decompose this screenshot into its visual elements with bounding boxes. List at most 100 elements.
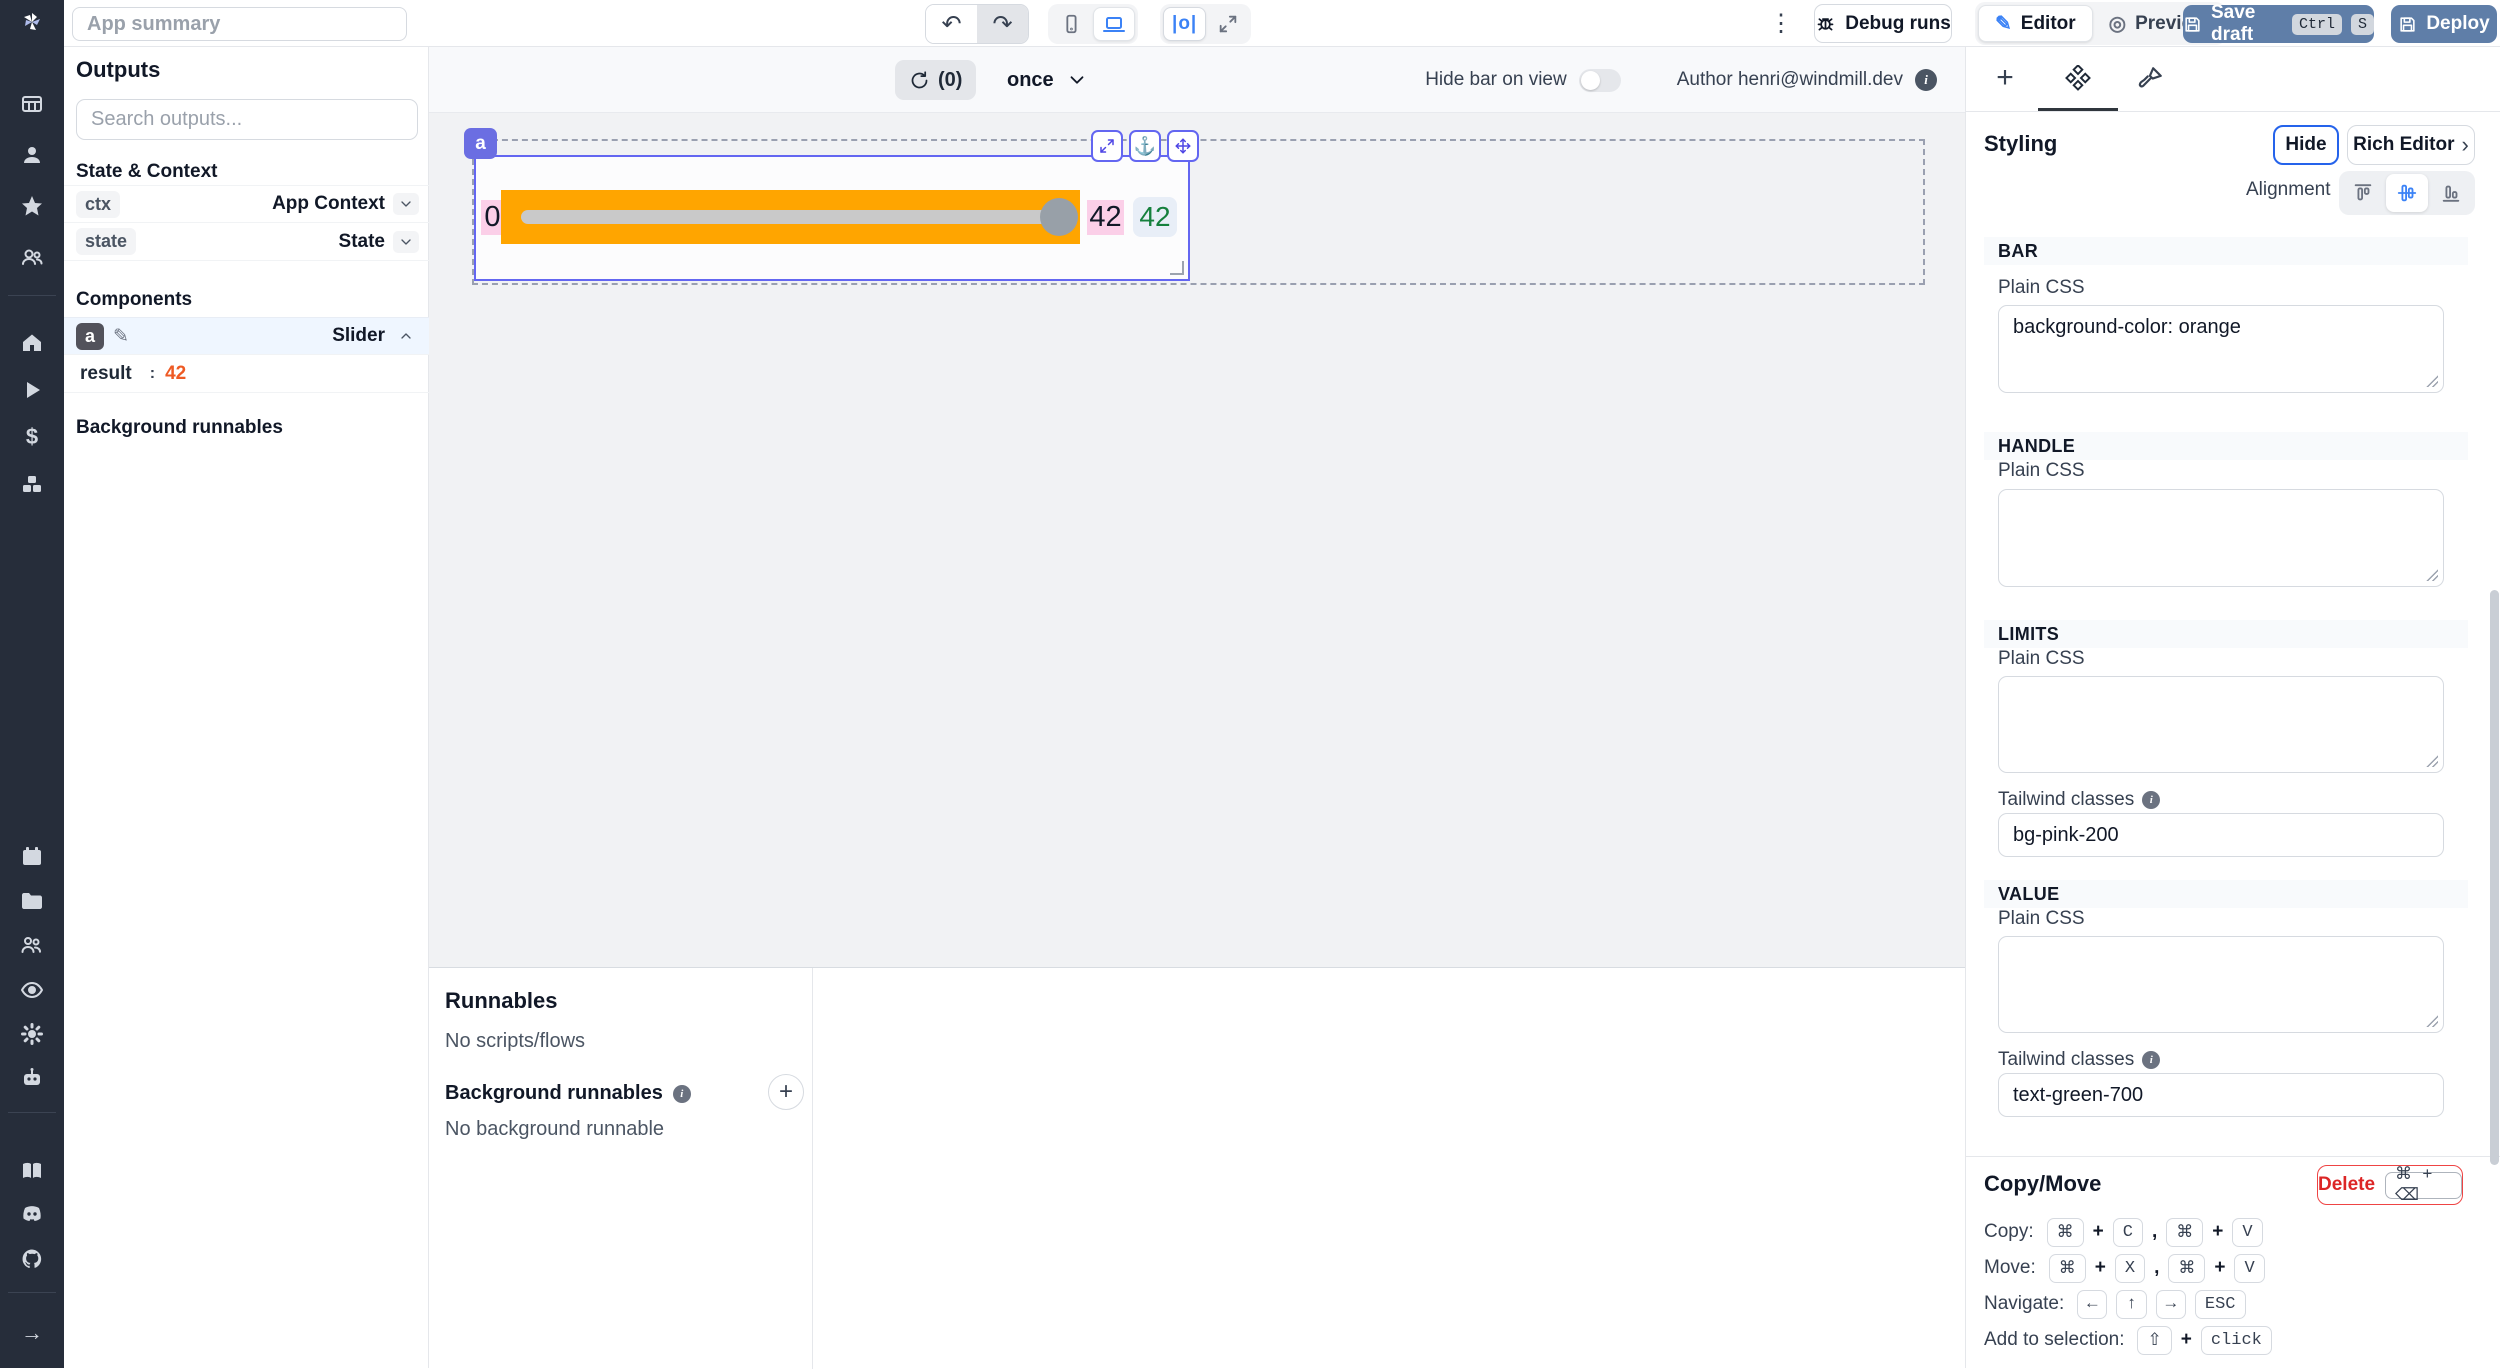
- chevron-right-icon: ›: [2462, 132, 2469, 158]
- windmill-logo[interactable]: [19, 9, 45, 35]
- click-key: click: [2201, 1326, 2272, 1355]
- navigate-shortcut-row: Navigate: ← ↑ → ESC: [1984, 1289, 2246, 1319]
- textarea-resize-grip[interactable]: [2425, 374, 2438, 387]
- sidebar-item-runs[interactable]: [19, 377, 45, 403]
- handle-css-textarea[interactable]: [1998, 489, 2444, 587]
- sidebar-item-favorites[interactable]: [19, 193, 45, 219]
- sidebar-item-schedules[interactable]: [19, 843, 45, 869]
- component-a-badge[interactable]: a: [464, 128, 497, 159]
- save-kbd-ctrl: Ctrl: [2292, 14, 2342, 35]
- deploy-label: Deploy: [2426, 13, 2489, 35]
- info-icon[interactable]: i: [673, 1085, 691, 1103]
- chevron-down-icon: [398, 234, 414, 250]
- hide-styling-button[interactable]: Hide: [2273, 125, 2339, 165]
- state-key-chip: state: [76, 228, 136, 255]
- sidebar-item-folders[interactable]: [19, 888, 45, 914]
- fullscreen-layout-button[interactable]: [1208, 7, 1248, 41]
- desktop-view-button[interactable]: [1093, 7, 1135, 41]
- more-menu-button[interactable]: ⋮: [1766, 8, 1796, 38]
- sidebar-item-github[interactable]: [19, 1246, 45, 1272]
- center-layout-button[interactable]: |o|: [1163, 7, 1206, 41]
- sidebar-item-resources[interactable]: [19, 471, 45, 497]
- state-expand-button[interactable]: [393, 231, 419, 253]
- device-toggle-group: [1048, 4, 1138, 44]
- component-result-row[interactable]: result : 42: [64, 355, 429, 393]
- chevron-down-icon: [1066, 69, 1088, 91]
- move-component-button[interactable]: [1167, 130, 1199, 162]
- redo-icon: ↷: [992, 10, 1012, 39]
- redo-button[interactable]: ↷: [977, 5, 1028, 43]
- ctx-key-chip: ctx: [76, 191, 120, 218]
- tab-insert[interactable]: +: [1982, 47, 2028, 109]
- component-row-a[interactable]: a ✎ Slider: [64, 317, 429, 355]
- slider-component[interactable]: 0 42 42: [474, 155, 1190, 281]
- output-row-state[interactable]: state State: [64, 223, 429, 261]
- background-runnables-header: Background runnables i: [445, 1082, 691, 1105]
- component-collapse-button[interactable]: [393, 325, 419, 347]
- resize-handle[interactable]: [1170, 261, 1184, 275]
- delete-component-button[interactable]: Delete ⌘ + ⌫: [2317, 1165, 2463, 1205]
- rename-component-icon[interactable]: ✎: [113, 325, 129, 348]
- align-center-button[interactable]: [2386, 174, 2428, 212]
- save-draft-button[interactable]: Save draft Ctrl S: [2183, 5, 2374, 43]
- mobile-view-button[interactable]: [1051, 7, 1091, 41]
- deploy-button[interactable]: Deploy: [2391, 5, 2497, 43]
- plain-css-label: Plain CSS: [1998, 908, 2085, 930]
- ctx-expand-button[interactable]: [393, 193, 419, 215]
- debug-runs-button[interactable]: Debug runs: [1814, 4, 1952, 43]
- panel-scrollbar[interactable]: [2490, 590, 2499, 1165]
- anchor-component-button[interactable]: ⚓: [1129, 130, 1161, 162]
- refresh-count: (0): [938, 69, 962, 92]
- chevron-up-icon: [398, 328, 414, 344]
- hide-bar-toggle[interactable]: [1579, 69, 1621, 92]
- value-tailwind-input[interactable]: [1998, 1073, 2444, 1117]
- copy-move-section: Copy/Move Delete ⌘ + ⌫ Copy: ⌘ + C , ⌘ +…: [1966, 1156, 2500, 1368]
- sidebar-item-workers[interactable]: [19, 932, 45, 958]
- sidebar-item-home[interactable]: [19, 330, 45, 356]
- sidebar-item-discord[interactable]: [19, 1201, 45, 1227]
- sidebar-item-settings[interactable]: [19, 1021, 45, 1047]
- app-summary-input[interactable]: [72, 7, 407, 41]
- author-info-icon[interactable]: i: [1915, 69, 1937, 91]
- limits-tailwind-input[interactable]: [1998, 813, 2444, 857]
- run-mode-dropdown[interactable]: once: [1007, 60, 1088, 100]
- bar-css-textarea[interactable]: background-color: orange: [1998, 305, 2444, 393]
- rich-editor-button[interactable]: Rich Editor ›: [2347, 125, 2475, 165]
- undo-button[interactable]: ↶: [926, 5, 977, 43]
- no-scripts-label: No scripts/flows: [445, 1030, 585, 1053]
- sidebar-item-user[interactable]: [19, 142, 45, 168]
- info-icon[interactable]: i: [2142, 791, 2160, 809]
- sidebar-collapse-button[interactable]: →: [19, 1320, 45, 1346]
- textarea-resize-grip[interactable]: [2425, 754, 2438, 767]
- slider-handle[interactable]: [1040, 198, 1078, 236]
- slider-track[interactable]: [521, 210, 1074, 224]
- limits-css-textarea[interactable]: [1998, 676, 2444, 773]
- textarea-resize-grip[interactable]: [2425, 1014, 2438, 1027]
- sidebar-item-groups[interactable]: [19, 244, 45, 270]
- tab-editor[interactable]: ✎ Editor: [1978, 5, 2093, 42]
- slider-bar: [501, 190, 1080, 244]
- plus-separator: +: [2214, 1257, 2225, 1279]
- tab-settings[interactable]: [2046, 47, 2110, 109]
- sidebar-item-variables[interactable]: $: [19, 424, 45, 450]
- textarea-resize-grip[interactable]: [2425, 568, 2438, 581]
- align-top-button[interactable]: [2342, 174, 2384, 212]
- expand-component-button[interactable]: [1091, 130, 1123, 162]
- sidebar-item-docs[interactable]: [19, 1158, 45, 1184]
- add-selection-shortcut-row: Add to selection: ⇧ + click: [1984, 1325, 2272, 1355]
- runnables-divider: [812, 968, 813, 1369]
- sidebar-item-apps[interactable]: [19, 91, 45, 117]
- plus-separator: +: [2093, 1221, 2104, 1243]
- tab-styling[interactable]: [2126, 47, 2176, 109]
- search-outputs-input[interactable]: [76, 99, 418, 140]
- sidebar-item-audit-logs[interactable]: [19, 977, 45, 1003]
- info-icon[interactable]: i: [2142, 1051, 2160, 1069]
- value-css-textarea[interactable]: [1998, 936, 2444, 1033]
- alignment-label: Alignment: [2246, 179, 2331, 201]
- refresh-runs-button[interactable]: (0): [895, 60, 976, 100]
- settings-panel: + Styling Hide Rich Editor › Alignment: [1965, 47, 2500, 1368]
- align-bottom-button[interactable]: [2430, 174, 2472, 212]
- add-background-runnable-button[interactable]: +: [768, 1074, 804, 1110]
- sidebar-item-ai[interactable]: [19, 1065, 45, 1091]
- output-row-ctx[interactable]: ctx App Context: [64, 185, 429, 223]
